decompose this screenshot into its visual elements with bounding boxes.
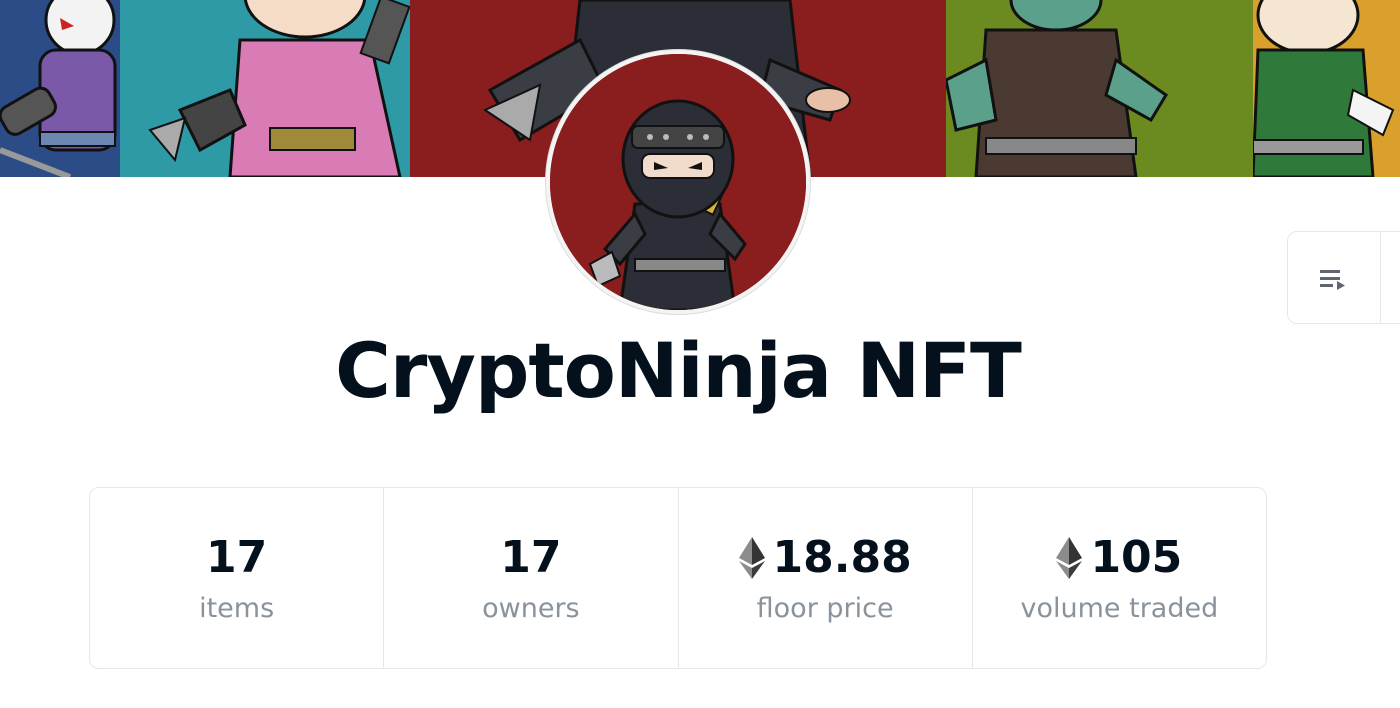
playlist-icon [1320, 270, 1345, 290]
playlist-button[interactable] [1287, 231, 1400, 324]
collection-title: CryptoNinja NFT [335, 326, 1022, 415]
collection-avatar [546, 50, 810, 314]
stat-volume-traded-value: 105 [1090, 532, 1183, 583]
banner-art-5 [1253, 0, 1400, 177]
banner-art-1 [0, 0, 120, 177]
collection-stats: 17 items 17 owners 18.88 floor price 105… [89, 487, 1267, 669]
stat-owners[interactable]: 17 owners [384, 488, 679, 668]
stat-items-label: items [199, 592, 275, 624]
ethereum-icon [1056, 536, 1083, 579]
stat-owners-label: owners [482, 592, 580, 624]
stat-owners-value: 17 [500, 532, 562, 583]
button-divider [1380, 232, 1381, 323]
banner-art-2 [120, 0, 410, 177]
stat-value: 105 [1056, 529, 1182, 587]
stat-items-value: 17 [206, 532, 268, 583]
stat-floor-price-value: 18.88 [772, 532, 912, 583]
banner-art-4 [946, 0, 1253, 177]
stat-value: 17 [206, 529, 267, 587]
stat-volume-traded[interactable]: 105 volume traded [973, 488, 1266, 668]
stat-floor-price-label: floor price [756, 592, 894, 624]
stat-value: 18.88 [738, 529, 912, 587]
stat-volume-traded-label: volume traded [1020, 592, 1219, 624]
ethereum-icon [738, 536, 765, 579]
stat-value: 17 [500, 529, 561, 587]
stat-floor-price[interactable]: 18.88 floor price [679, 488, 973, 668]
stat-items[interactable]: 17 items [90, 488, 385, 668]
